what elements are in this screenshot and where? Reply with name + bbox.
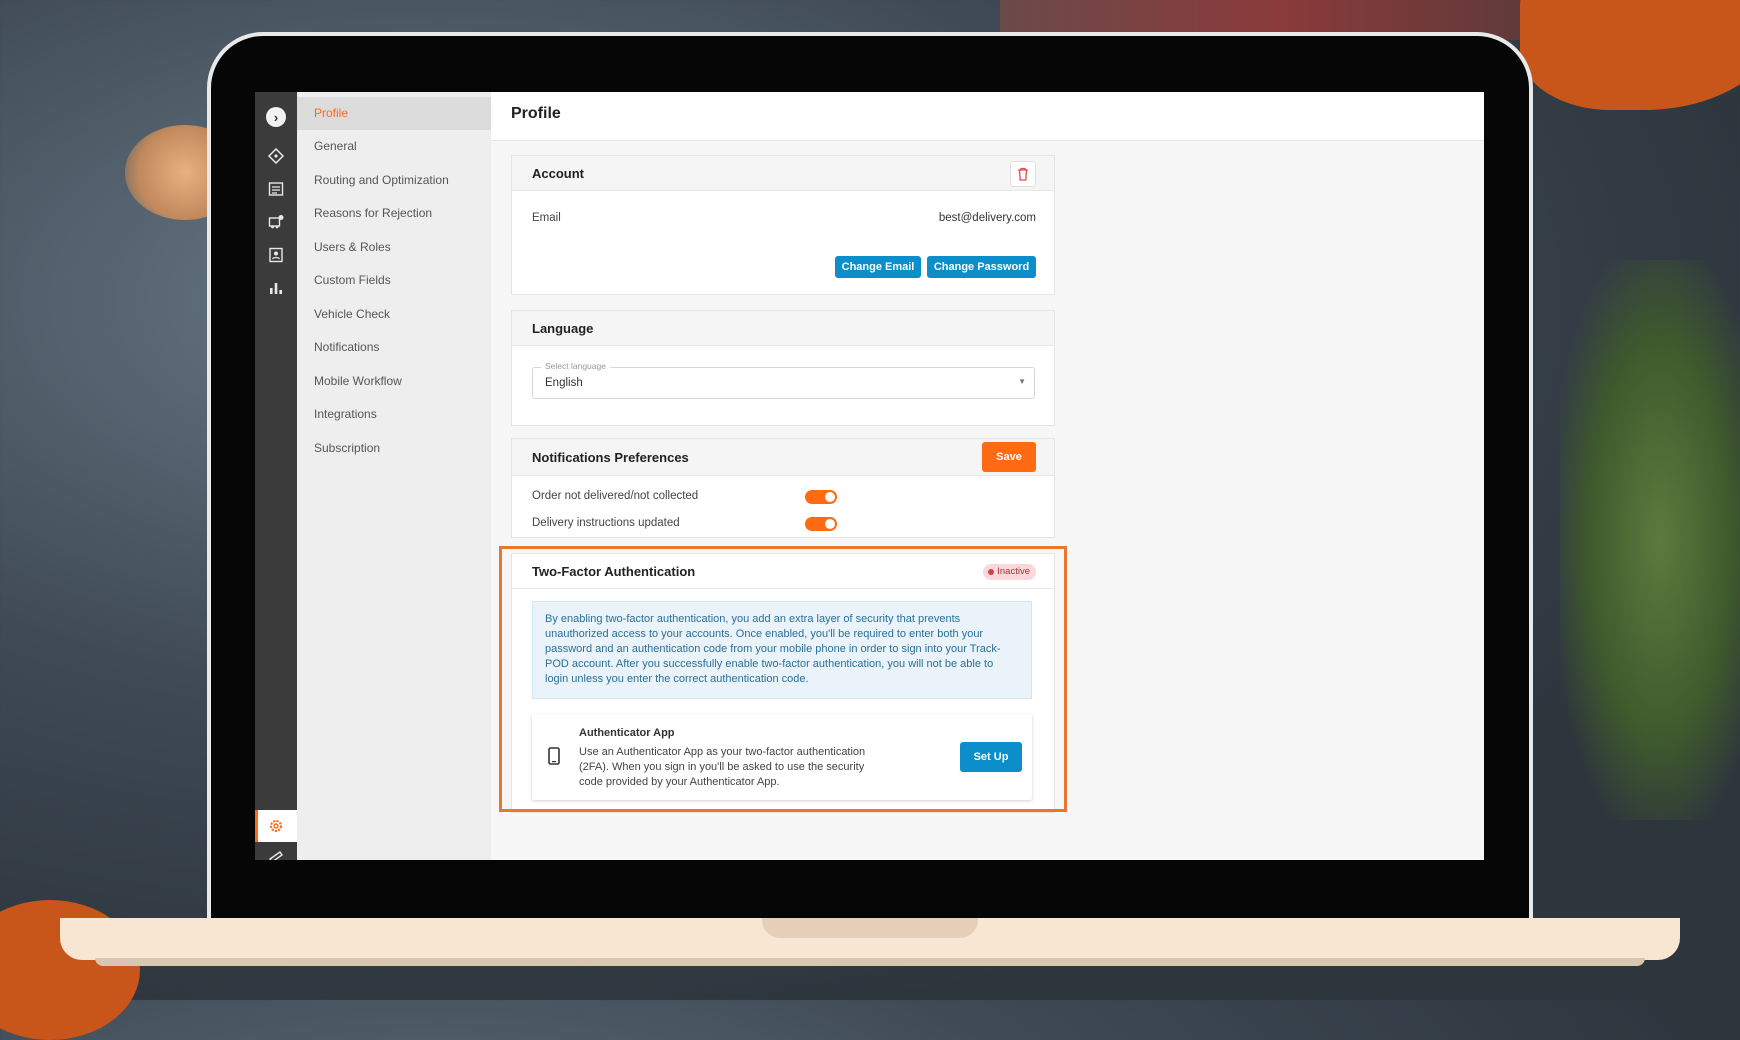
submenu-item-users-roles[interactable]: Users & Roles: [297, 231, 491, 264]
chevron-down-icon: ▼: [1018, 377, 1026, 386]
submenu-item-general[interactable]: General: [297, 130, 491, 163]
vehicle-icon[interactable]: [266, 212, 286, 232]
decor-blob: [1520, 0, 1740, 110]
submenu-item-routing[interactable]: Routing and Optimization: [297, 164, 491, 197]
notifications-title: Notifications Preferences: [532, 450, 689, 465]
account-card: Account Email best@delivery.com Change E…: [511, 155, 1055, 295]
change-email-button[interactable]: Change Email: [835, 256, 921, 278]
submenu-item-mobile-workflow[interactable]: Mobile Workflow: [297, 365, 491, 398]
notification-option-label: Delivery instructions updated: [532, 517, 680, 529]
delivery-instructions-toggle[interactable]: [805, 517, 837, 531]
active-indicator: [255, 810, 258, 842]
submenu-item-vehicle-check[interactable]: Vehicle Check: [297, 298, 491, 331]
background-plant: [1560, 260, 1740, 820]
submenu-item-profile[interactable]: Profile: [297, 97, 491, 130]
language-card: Language Select language English ▼: [511, 310, 1055, 426]
submenu-item-subscription[interactable]: Subscription: [297, 432, 491, 465]
submenu-item-rejection-reasons[interactable]: Reasons for Rejection: [297, 197, 491, 230]
account-header: Account: [512, 156, 1054, 191]
tag-icon[interactable]: [266, 146, 286, 166]
submenu-item-notifications[interactable]: Notifications: [297, 331, 491, 364]
notification-option-label: Order not delivered/not collected: [532, 490, 699, 502]
order-not-delivered-toggle[interactable]: [805, 490, 837, 504]
delete-account-button[interactable]: [1010, 161, 1036, 187]
bar-chart-icon[interactable]: [266, 278, 286, 298]
chevron-right-icon[interactable]: ›: [266, 107, 286, 127]
language-select[interactable]: Select language English ▼: [532, 361, 1035, 399]
notifications-header: Notifications Preferences Save: [512, 439, 1054, 476]
laptop-notch: [762, 918, 978, 938]
email-value: best@delivery.com: [938, 212, 1036, 224]
account-title: Account: [532, 166, 584, 181]
laptop-base-edge: [95, 958, 1645, 966]
checklist-icon[interactable]: [266, 179, 286, 199]
contacts-icon[interactable]: [266, 245, 286, 265]
change-password-button[interactable]: Change Password: [927, 256, 1036, 278]
submenu-item-integrations[interactable]: Integrations: [297, 398, 491, 431]
notifications-card: Notifications Preferences Save Order not…: [511, 438, 1055, 538]
language-header: Language: [512, 311, 1054, 346]
language-selected-value: English: [545, 377, 583, 389]
email-label: Email: [532, 212, 561, 224]
gear-icon: [266, 816, 286, 836]
background-decor: [1000, 0, 1560, 40]
vehicle-tilted-icon[interactable]: [266, 846, 286, 860]
submenu-item-custom-fields[interactable]: Custom Fields: [297, 264, 491, 297]
rail-active-item[interactable]: [255, 810, 297, 842]
app-screen: › Profile General Routing and Optimizati…: [255, 92, 1484, 860]
settings-submenu: Profile General Routing and Optimization…: [297, 92, 491, 860]
trash-icon: [1018, 167, 1028, 181]
language-select-label: Select language: [541, 361, 610, 371]
language-title: Language: [532, 321, 594, 336]
icon-rail: ›: [255, 92, 297, 860]
save-button[interactable]: Save: [982, 442, 1036, 472]
page-header: Profile: [491, 92, 1484, 141]
two-factor-highlight-frame: [499, 546, 1067, 812]
page-title: Profile: [511, 105, 561, 122]
